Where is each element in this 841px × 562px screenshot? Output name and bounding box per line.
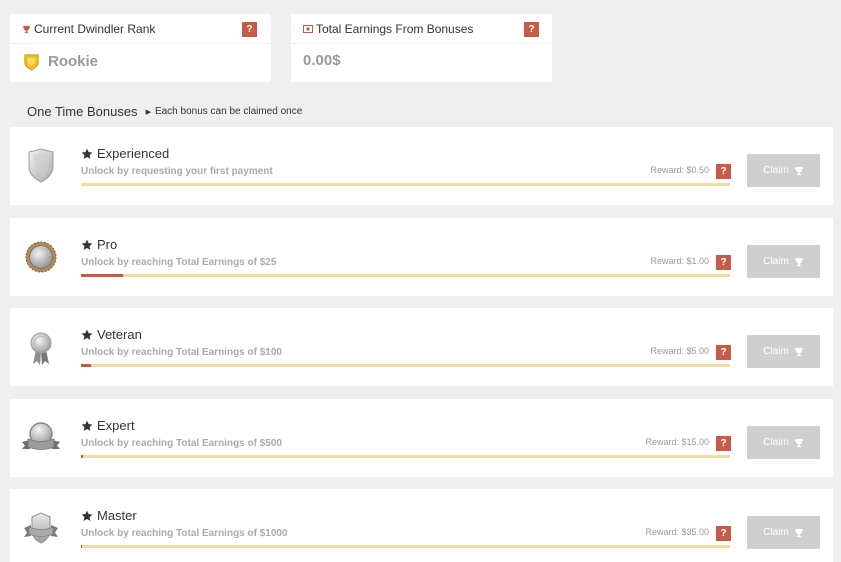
progress-fill	[81, 545, 82, 548]
ribbon-badge-icon	[20, 326, 62, 368]
earnings-label: Total Earnings From Bonuses	[316, 22, 474, 36]
bonus-description: Unlock by reaching Total Earnings of $50…	[81, 438, 282, 449]
progress-track	[81, 364, 730, 367]
bonus-row-experienced: Experienced Unlock by requesting your fi…	[10, 127, 833, 205]
banner-badge-icon	[20, 417, 62, 459]
caret-right-icon: ▶	[145, 108, 151, 116]
rank-card-header: Current Dwindler Rank	[22, 22, 155, 36]
bonus-help-button[interactable]: ?	[716, 436, 731, 451]
bonus-reward: Reward: $35.00	[645, 527, 709, 537]
bonus-help-button[interactable]: ?	[716, 255, 731, 270]
claim-button[interactable]: Claim	[747, 426, 820, 459]
divider	[10, 43, 271, 44]
trophy-icon	[22, 25, 31, 34]
star-icon	[81, 420, 93, 432]
earnings-card-header: Total Earnings From Bonuses	[303, 22, 473, 36]
claim-button[interactable]: Claim	[747, 154, 820, 187]
bonus-title: Experienced	[81, 146, 169, 161]
rank-card: Current Dwindler Rank ? Rookie	[10, 14, 271, 82]
bonus-name: Pro	[97, 237, 118, 252]
star-icon	[81, 148, 93, 160]
rank-help-button[interactable]: ?	[242, 22, 257, 37]
progress-track	[81, 183, 730, 186]
bonus-help-button[interactable]: ?	[716, 345, 731, 360]
star-icon	[81, 510, 93, 522]
rank-value: Rookie	[22, 52, 98, 71]
earnings-card: Total Earnings From Bonuses ? 0.00$	[291, 14, 552, 82]
bonus-row-expert: Expert Unlock by reaching Total Earnings…	[10, 399, 833, 477]
bonus-name: Experienced	[97, 146, 170, 161]
trophy-icon	[794, 438, 804, 448]
bonus-reward: Reward: $1.00	[650, 256, 709, 266]
bonus-description: Unlock by requesting your first payment	[81, 166, 273, 177]
trophy-icon	[794, 528, 804, 538]
crest-badge-icon	[20, 507, 62, 549]
claim-button[interactable]: Claim	[747, 245, 820, 278]
money-icon	[303, 25, 313, 33]
claim-label: Claim	[763, 256, 789, 267]
rookie-badge-icon	[22, 52, 41, 71]
trophy-icon	[794, 257, 804, 267]
bonus-name: Expert	[97, 418, 135, 433]
section-title: One Time Bonuses ▶ Each bonus can be cla…	[27, 104, 302, 119]
progress-track	[81, 455, 730, 458]
bonus-help-button[interactable]: ?	[716, 526, 731, 541]
trophy-icon	[794, 166, 804, 176]
bonus-title: Pro	[81, 237, 117, 252]
earnings-value: 0.00$	[303, 52, 341, 69]
shield-badge-icon	[20, 145, 62, 187]
claim-label: Claim	[763, 437, 789, 448]
claim-label: Claim	[763, 527, 789, 538]
claim-button[interactable]: Claim	[747, 335, 820, 368]
rank-label: Current Dwindler Rank	[34, 22, 156, 36]
bonus-help-button[interactable]: ?	[716, 164, 731, 179]
bonus-row-pro: Pro Unlock by reaching Total Earnings of…	[10, 218, 833, 296]
progress-fill	[81, 364, 91, 367]
medal-badge-icon	[20, 236, 62, 278]
bonus-row-veteran: Veteran Unlock by reaching Total Earning…	[10, 308, 833, 386]
bonus-description: Unlock by reaching Total Earnings of $25	[81, 257, 277, 268]
section-subtitle: Each bonus can be claimed once	[154, 106, 303, 117]
bonus-title: Expert	[81, 418, 135, 433]
bonus-reward: Reward: $5.00	[650, 346, 709, 356]
progress-track	[81, 274, 730, 277]
bonus-name: Veteran	[97, 327, 142, 342]
claim-label: Claim	[763, 346, 789, 357]
star-icon	[81, 239, 93, 251]
bonus-description: Unlock by reaching Total Earnings of $10…	[81, 528, 288, 539]
progress-track	[81, 545, 730, 548]
bonus-reward: Reward: $15.00	[645, 437, 709, 447]
bonus-title: Veteran	[81, 327, 142, 342]
claim-label: Claim	[763, 165, 789, 176]
bonus-name: Master	[97, 508, 137, 523]
bonus-reward: Reward: $0.50	[650, 165, 709, 175]
earnings-help-button[interactable]: ?	[524, 22, 539, 37]
trophy-icon	[794, 347, 804, 357]
bonus-title: Master	[81, 508, 137, 523]
divider	[291, 43, 552, 44]
star-icon	[81, 329, 93, 341]
bonus-description: Unlock by reaching Total Earnings of $10…	[81, 347, 282, 358]
section-title-text: One Time Bonuses	[27, 104, 138, 119]
bonus-row-master: Master Unlock by reaching Total Earnings…	[10, 489, 833, 562]
progress-fill	[81, 274, 123, 277]
claim-button[interactable]: Claim	[747, 516, 820, 549]
progress-fill	[81, 455, 83, 458]
rank-value-text: Rookie	[48, 53, 99, 70]
